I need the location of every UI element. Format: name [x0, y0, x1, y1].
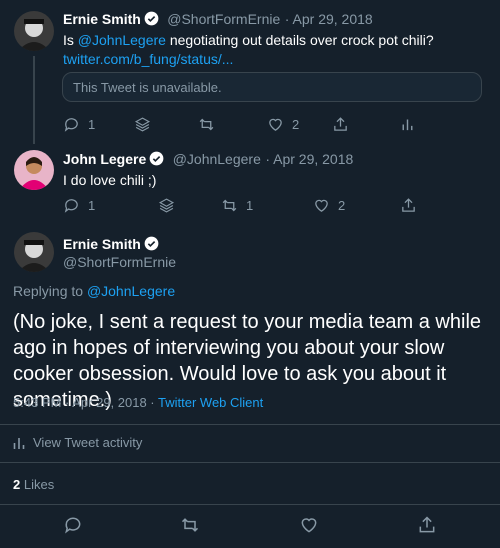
reply-icon: [64, 117, 78, 132]
like-count: 2: [292, 116, 300, 132]
like-icon: [301, 518, 317, 533]
author-name[interactable]: John Legere: [63, 151, 146, 167]
quoted-tweet-unavailable: This Tweet is unavailable.: [62, 72, 482, 102]
text-segment: Is: [63, 32, 78, 48]
share-button[interactable]: [400, 195, 417, 215]
thread-line: [33, 56, 35, 144]
avatar-ernie[interactable]: [14, 11, 54, 51]
like-count: 2: [338, 197, 346, 213]
avatar-ernie[interactable]: [14, 232, 54, 272]
likes-label: Likes: [23, 477, 55, 492]
reply-button[interactable]: 1: [63, 114, 95, 134]
analytics-button[interactable]: [399, 114, 416, 134]
author-handle[interactable]: @ShortFormErnie: [63, 254, 176, 270]
analytics-icon: [13, 437, 25, 449]
view-activity-label: View Tweet activity: [33, 435, 143, 450]
text-segment: negotiating out details over crock pot c…: [165, 32, 434, 48]
tweet-header: Ernie Smith @ShortFormErnie · Apr 29, 20…: [63, 11, 373, 29]
stack-icon: [134, 116, 151, 132]
divider: [0, 424, 500, 425]
unavailable-text: This Tweet is unavailable.: [73, 80, 222, 95]
share-button[interactable]: [417, 515, 437, 535]
author-handle[interactable]: @ShortFormErnie: [167, 11, 280, 27]
retweet-icon: [181, 518, 199, 532]
author-handle[interactable]: @JohnLegere: [173, 151, 261, 167]
like-icon: [269, 118, 282, 131]
share-icon: [402, 197, 415, 212]
avatar-john[interactable]: [14, 150, 54, 190]
tweet-header: John Legere @JohnLegere · Apr 29, 2018: [63, 151, 353, 169]
likes-count: 2: [13, 477, 21, 492]
tweet-date[interactable]: · Apr 29, 2018: [285, 11, 373, 27]
reply-button[interactable]: 1: [63, 195, 95, 215]
analytics-icon: [402, 119, 413, 130]
reply-icon: [64, 198, 78, 213]
share-icon: [419, 516, 435, 533]
like-button[interactable]: 2: [267, 114, 299, 134]
like-button[interactable]: [299, 515, 319, 535]
retweet-icon: [199, 118, 214, 130]
verified-icon: [144, 11, 159, 26]
tweet-text: I do love chili ;): [63, 172, 157, 188]
replying-mention[interactable]: @JohnLegere: [87, 283, 175, 299]
tweet-link[interactable]: twitter.com/b_fung/status/...: [63, 51, 233, 67]
retweet-button[interactable]: [198, 114, 215, 134]
stack-icon: [158, 197, 175, 213]
divider: [0, 462, 500, 463]
author-name[interactable]: Ernie Smith: [63, 11, 141, 27]
retweet-count: 1: [246, 197, 254, 213]
replying-prefix: Replying to: [13, 283, 87, 299]
retweet-button[interactable]: 1: [221, 195, 253, 215]
stack-button[interactable]: [158, 195, 175, 215]
reply-button[interactable]: [63, 515, 83, 535]
likes-summary[interactable]: 2 Likes: [13, 477, 54, 492]
reply-count: 1: [88, 197, 96, 213]
tweet-header: Ernie Smith: [63, 236, 159, 254]
tweet-date[interactable]: · Apr 29, 2018: [265, 151, 353, 167]
verified-icon: [149, 151, 164, 166]
tweet-meta: 5:43 PM · Apr 29, 2018 · Twitter Web Cli…: [13, 395, 263, 410]
retweet-button[interactable]: [180, 515, 200, 535]
stack-button[interactable]: [134, 114, 151, 134]
retweet-icon: [222, 199, 237, 211]
reply-icon: [65, 517, 81, 534]
divider: [0, 504, 500, 505]
reply-count: 1: [88, 116, 96, 132]
replying-to: Replying to @JohnLegere: [13, 283, 175, 299]
like-icon: [315, 199, 328, 212]
author-name[interactable]: Ernie Smith: [63, 236, 141, 252]
client-link[interactable]: Twitter Web Client: [158, 395, 263, 410]
like-button[interactable]: 2: [313, 195, 345, 215]
view-activity-link[interactable]: View Tweet activity: [13, 435, 142, 450]
timestamp[interactable]: 5:43 PM · Apr 29, 2018 ·: [13, 395, 158, 410]
mention-link[interactable]: @JohnLegere: [78, 32, 166, 48]
tweet-text: Is @JohnLegere negotiating out details o…: [63, 31, 483, 69]
share-button[interactable]: [332, 114, 349, 134]
verified-icon: [144, 236, 159, 251]
share-icon: [334, 116, 347, 131]
